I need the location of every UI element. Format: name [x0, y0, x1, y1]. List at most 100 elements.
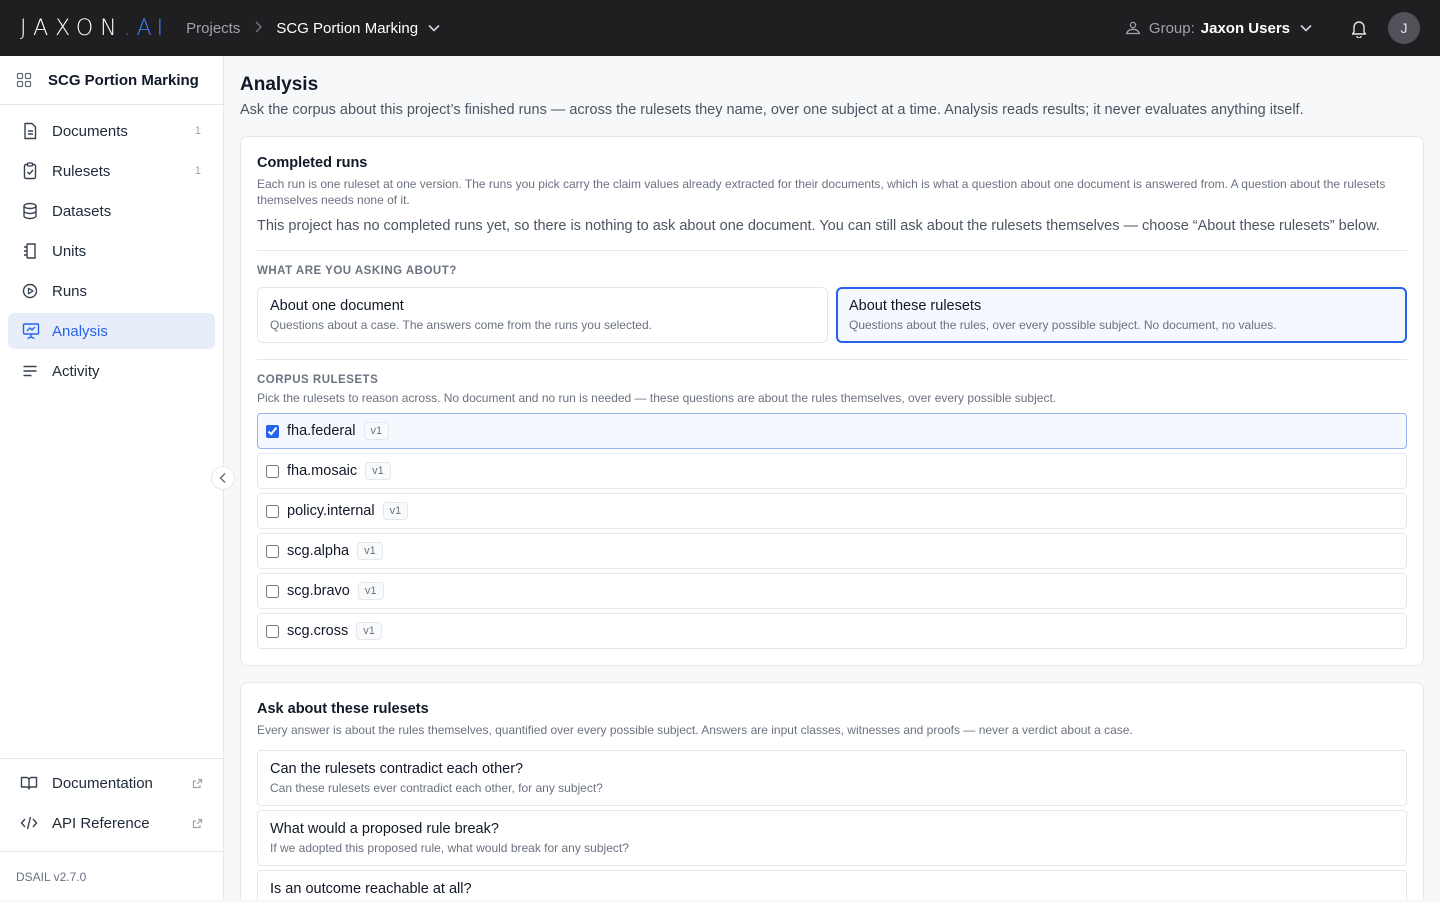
- completed-runs-description: Each run is one ruleset at one version. …: [257, 177, 1386, 207]
- question-proposed-rule[interactable]: What would a proposed rule break? If we …: [257, 810, 1407, 866]
- sidebar-item-label: Runs: [52, 282, 88, 300]
- question-title: Is an outcome reachable at all?: [270, 881, 472, 897]
- question-title: What would a proposed rule break?: [270, 821, 499, 837]
- question-title: Can the rulesets contradict each other?: [270, 761, 524, 777]
- ruleset-row[interactable]: scg.cross v1: [257, 613, 1407, 649]
- question-outcome-reachable[interactable]: Is an outcome reachable at all?: [257, 870, 1407, 900]
- choice-description: Questions about a case. The answers come…: [270, 318, 652, 332]
- chevron-down-icon[interactable]: [428, 24, 440, 32]
- page-title: Analysis: [240, 74, 319, 95]
- play-circle-icon: [22, 282, 40, 300]
- logo-text: JAXON: [20, 15, 124, 41]
- database-icon: [22, 202, 40, 220]
- sidebar-item-runs[interactable]: Runs: [8, 273, 215, 309]
- corpus-rulesets-description: Pick the rulesets to reason across. No d…: [257, 391, 1057, 405]
- ruleset-checkbox[interactable]: [266, 624, 279, 638]
- logo-ai-text: AI: [136, 15, 169, 41]
- ruleset-name: policy.internal: [287, 503, 375, 519]
- sidebar: SCG Portion Marking Documents 1 Rulesets…: [0, 56, 224, 900]
- sidebar-item-activity[interactable]: Activity: [8, 353, 215, 389]
- book-icon: [20, 775, 40, 791]
- main-content: Analysis Ask the corpus about this proje…: [224, 56, 1440, 900]
- presentation-chart-icon: [22, 322, 40, 340]
- choice-title: About these rulesets: [849, 298, 982, 314]
- breadcrumb-current-project[interactable]: SCG Portion Marking: [276, 20, 418, 37]
- asking-about-choices: About one document Questions about a cas…: [257, 287, 1407, 360]
- ruleset-version-badge: v1: [363, 422, 390, 440]
- app-version: DSAIL v2.7.0: [0, 851, 223, 902]
- ruleset-name: scg.alpha: [287, 543, 350, 559]
- documentation-link[interactable]: Documentation: [8, 765, 215, 801]
- choice-about-these-rulesets[interactable]: About these rulesets Questions about the…: [836, 287, 1407, 343]
- sidebar-item-label: Datasets: [52, 202, 112, 220]
- sidebar-item-documents[interactable]: Documents 1: [8, 113, 215, 149]
- choice-title: About one document: [270, 298, 404, 314]
- ruleset-row[interactable]: scg.bravo v1: [257, 573, 1407, 609]
- sidebar-item-label: Units: [52, 242, 87, 260]
- ruleset-version-badge: v1: [356, 622, 382, 640]
- activity-lines-icon: [22, 362, 40, 380]
- ruleset-version-badge: v1: [357, 582, 384, 600]
- clipboard-check-icon: [22, 162, 40, 180]
- jaxon-logo[interactable]: JAXON. AI: [20, 16, 168, 41]
- sidebar-nav: Documents 1 Rulesets 1 Datasets Units Ru…: [0, 105, 223, 389]
- ruleset-list: fha.federal v1 fha.mosaic v1 policy.inte…: [257, 413, 1407, 649]
- sidebar-item-analysis[interactable]: Analysis: [8, 313, 215, 349]
- bell-icon[interactable]: [1350, 19, 1368, 38]
- ruleset-name: scg.cross: [287, 623, 349, 639]
- sidebar-item-count: 1: [194, 125, 201, 137]
- question-contradict[interactable]: Can the rulesets contradict each other? …: [257, 750, 1407, 806]
- completed-runs-card: Completed runs Each run is one ruleset a…: [240, 136, 1424, 666]
- asking-about-label: WHAT ARE YOU ASKING ABOUT?: [257, 265, 457, 277]
- corpus-rulesets-label: CORPUS RULESETS: [257, 374, 379, 386]
- ruleset-checkbox[interactable]: [266, 544, 279, 558]
- group-selector[interactable]: Group: Jaxon Users: [1125, 20, 1312, 37]
- document-icon: [22, 122, 40, 140]
- group-name: Jaxon Users: [1200, 19, 1290, 37]
- ask-rulesets-description: Every answer is about the rules themselv…: [257, 723, 1133, 737]
- logo-dot: .: [123, 15, 131, 41]
- ruleset-row[interactable]: scg.alpha v1: [257, 533, 1407, 569]
- ruleset-version-badge: v1: [357, 542, 383, 560]
- sidebar-footer-links: Documentation API Reference: [0, 758, 223, 845]
- external-link-icon: [192, 818, 203, 829]
- ruleset-checkbox[interactable]: [266, 504, 279, 518]
- sidebar-item-datasets[interactable]: Datasets: [8, 193, 215, 229]
- no-runs-notice: This project has no completed runs yet, …: [257, 218, 1407, 251]
- sidebar-item-rulesets[interactable]: Rulesets 1: [8, 153, 215, 189]
- completed-runs-title: Completed runs: [257, 155, 368, 171]
- grid-icon: [16, 72, 32, 88]
- sidebar-item-count: 1: [194, 165, 201, 177]
- ruleset-name: fha.federal: [287, 423, 356, 439]
- sidebar-item-units[interactable]: Units: [8, 233, 215, 269]
- chevron-down-icon: [1300, 24, 1312, 32]
- breadcrumb-projects-link[interactable]: Projects: [186, 20, 240, 37]
- sidebar-project-name: SCG Portion Marking: [48, 71, 199, 89]
- breadcrumb: Projects SCG Portion Marking: [186, 20, 440, 37]
- units-icon: [22, 242, 40, 260]
- choice-about-one-document[interactable]: About one document Questions about a cas…: [257, 287, 828, 343]
- ruleset-checkbox[interactable]: [266, 424, 279, 438]
- sidebar-collapse-button[interactable]: [211, 466, 235, 490]
- question-description: If we adopted this proposed rule, what w…: [270, 841, 629, 855]
- group-icon: [1125, 21, 1141, 35]
- sidebar-item-label: Analysis: [52, 322, 108, 340]
- ruleset-row[interactable]: policy.internal v1: [257, 493, 1407, 529]
- ruleset-checkbox[interactable]: [266, 464, 279, 478]
- ruleset-row[interactable]: fha.mosaic v1: [257, 453, 1407, 489]
- api-reference-link[interactable]: API Reference: [8, 805, 215, 841]
- documentation-label: Documentation: [52, 774, 153, 792]
- chevron-right-icon: [254, 20, 263, 36]
- ask-rulesets-card: Ask about these rulesets Every answer is…: [240, 682, 1424, 900]
- ruleset-name: scg.bravo: [287, 583, 350, 599]
- page-subtitle: Ask the corpus about this project’s fini…: [240, 102, 1304, 118]
- chevron-left-icon: [219, 472, 227, 484]
- ask-rulesets-title: Ask about these rulesets: [257, 701, 429, 717]
- ruleset-name: fha.mosaic: [287, 463, 358, 479]
- ruleset-row[interactable]: fha.federal v1: [257, 413, 1407, 449]
- user-avatar[interactable]: J: [1388, 12, 1420, 44]
- group-label: Group:: [1148, 19, 1195, 37]
- ruleset-checkbox[interactable]: [266, 584, 279, 598]
- sidebar-project-header[interactable]: SCG Portion Marking: [0, 56, 223, 105]
- ruleset-version-badge: v1: [382, 502, 409, 520]
